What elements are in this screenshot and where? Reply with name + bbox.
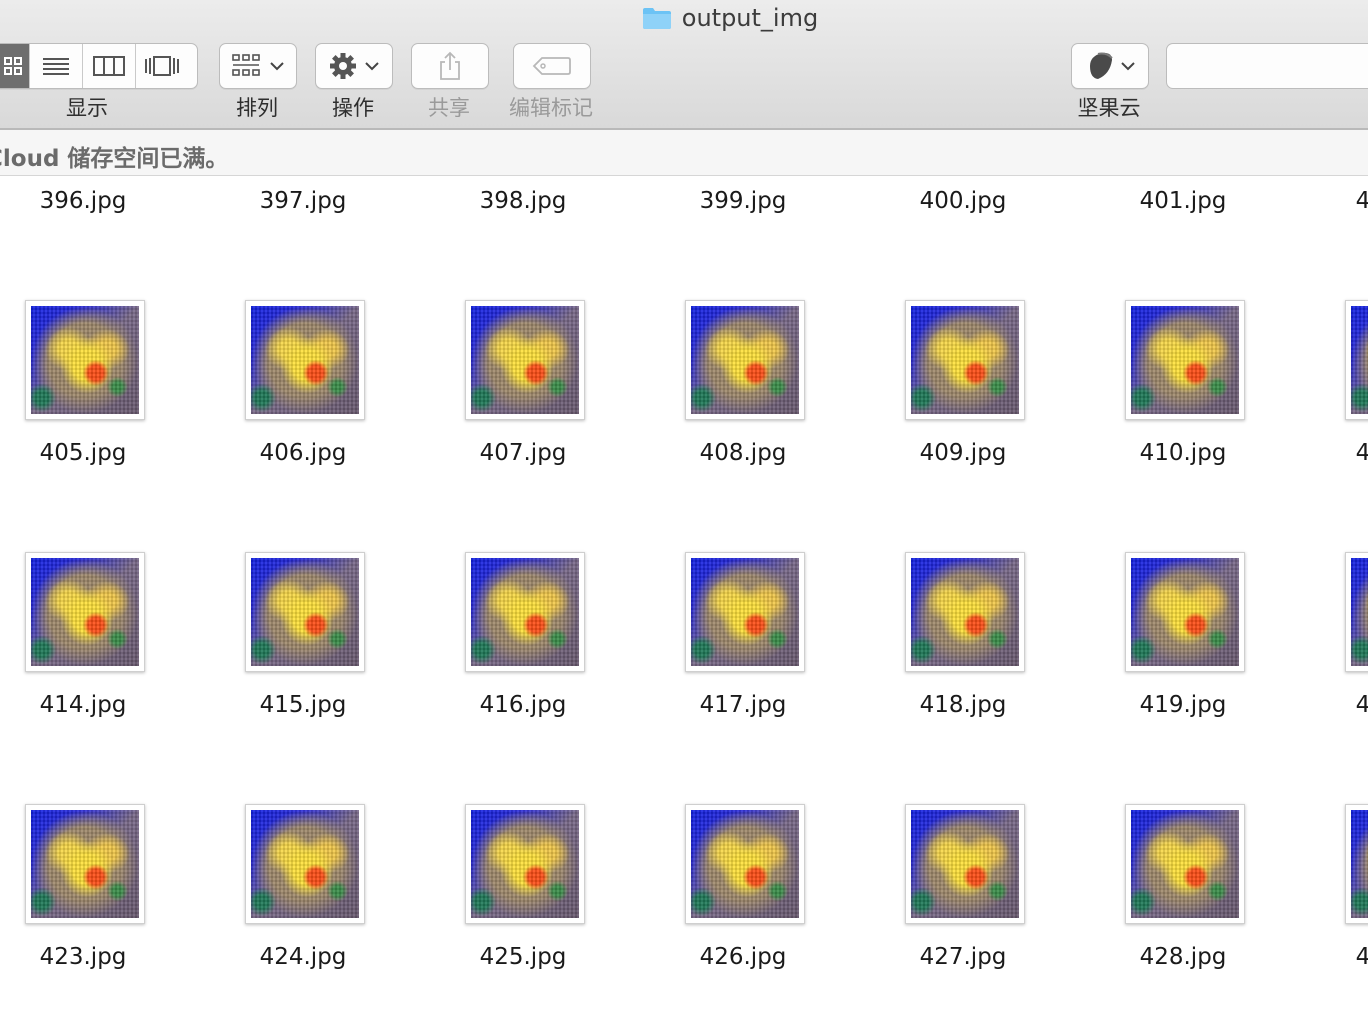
file-item[interactable]	[880, 680, 1100, 932]
banner-text: Cloud 储存空间已满。	[0, 146, 229, 172]
file-item[interactable]	[880, 176, 1100, 428]
file-item[interactable]	[1320, 428, 1368, 680]
file-item[interactable]	[440, 680, 660, 932]
file-item[interactable]	[880, 428, 1100, 680]
view-mode-control[interactable]	[0, 43, 198, 89]
file-item[interactable]	[1100, 176, 1320, 428]
finder-window: output_img 显示 排列 操作 共享 编辑标记 坚果云 Cloud 储存…	[0, 0, 1368, 1010]
file-item[interactable]	[440, 428, 660, 680]
file-label[interactable]: 426.jpg	[660, 944, 826, 970]
search-field[interactable]	[1166, 43, 1368, 89]
file-item[interactable]	[0, 176, 220, 428]
share-label: 共享	[428, 96, 470, 120]
storage-full-banner: Cloud 储存空间已满。	[0, 130, 1368, 176]
file-label[interactable]: 4	[1280, 944, 1368, 970]
image-thumbnail[interactable]	[245, 804, 365, 924]
file-item[interactable]	[660, 428, 880, 680]
arrange-label: 排列	[236, 96, 278, 120]
view-label: 显示	[66, 96, 108, 120]
image-thumbnail[interactable]	[1125, 552, 1245, 672]
file-item[interactable]	[220, 428, 440, 680]
file-item[interactable]	[220, 176, 440, 428]
action-label: 操作	[332, 96, 374, 120]
image-thumbnail[interactable]	[685, 804, 805, 924]
share-icon	[440, 51, 460, 80]
tag-icon	[532, 57, 571, 75]
image-thumbnail[interactable]	[465, 552, 585, 672]
gear-icon	[330, 53, 356, 79]
file-item[interactable]	[1320, 176, 1368, 428]
file-label[interactable]: 428.jpg	[1100, 944, 1266, 970]
file-item[interactable]	[1100, 680, 1320, 932]
window-title: output_img	[681, 4, 819, 32]
image-thumbnail[interactable]	[245, 300, 365, 420]
title-bar: output_img	[0, 2, 1368, 34]
icon-view-button[interactable]	[0, 44, 29, 88]
image-thumbnail[interactable]	[1125, 804, 1245, 924]
icon-grid-icon	[4, 57, 22, 75]
columns-icon	[93, 56, 125, 76]
image-thumbnail[interactable]	[465, 804, 585, 924]
nutstore-label: 坚果云	[1077, 96, 1141, 120]
chevron-down-icon	[270, 62, 284, 71]
file-label[interactable]: 423.jpg	[0, 944, 166, 970]
image-thumbnail[interactable]	[465, 300, 585, 420]
image-thumbnail[interactable]	[905, 300, 1025, 420]
arrange-button[interactable]	[219, 43, 297, 89]
arrange-grid-icon	[232, 54, 260, 76]
file-item[interactable]	[440, 176, 660, 428]
acorn-icon	[1090, 52, 1113, 79]
edit-tags-label: 编辑标记	[509, 96, 593, 120]
list-view-button[interactable]	[29, 44, 82, 88]
image-thumbnail[interactable]	[25, 804, 145, 924]
file-label[interactable]: 425.jpg	[440, 944, 606, 970]
image-thumbnail[interactable]	[905, 552, 1025, 672]
nutstore-button[interactable]	[1071, 43, 1149, 89]
file-item[interactable]	[1100, 428, 1320, 680]
file-item[interactable]	[0, 680, 220, 932]
edit-tags-button[interactable]	[513, 43, 591, 89]
file-item[interactable]	[0, 428, 220, 680]
image-thumbnail[interactable]	[245, 552, 365, 672]
chevron-down-icon	[365, 62, 379, 71]
image-thumbnail[interactable]	[1345, 300, 1368, 420]
toolbar: output_img 显示 排列 操作 共享 编辑标记 坚果云	[0, 0, 1368, 130]
file-item[interactable]	[220, 680, 440, 932]
folder-icon	[642, 6, 672, 30]
file-label[interactable]: 427.jpg	[880, 944, 1046, 970]
cover-flow-icon	[145, 56, 179, 76]
chevron-down-icon	[1121, 62, 1135, 71]
image-thumbnail[interactable]	[905, 804, 1025, 924]
image-thumbnail[interactable]	[685, 300, 805, 420]
image-thumbnail[interactable]	[685, 552, 805, 672]
image-thumbnail[interactable]	[1125, 300, 1245, 420]
file-item[interactable]	[1320, 680, 1368, 932]
file-item[interactable]	[660, 680, 880, 932]
action-button[interactable]	[315, 43, 393, 89]
image-thumbnail[interactable]	[1345, 552, 1368, 672]
gallery-view-button[interactable]	[135, 44, 188, 88]
file-item[interactable]	[660, 176, 880, 428]
share-button[interactable]	[411, 43, 489, 89]
image-thumbnail[interactable]	[1345, 804, 1368, 924]
image-thumbnail[interactable]	[25, 300, 145, 420]
list-lines-icon	[43, 58, 69, 75]
column-view-button[interactable]	[82, 44, 135, 88]
file-label[interactable]: 424.jpg	[220, 944, 386, 970]
image-thumbnail[interactable]	[25, 552, 145, 672]
file-grid: 396.jpg 397.jpg 398.jpg 399.jpg 400.jpg …	[0, 176, 1368, 1010]
